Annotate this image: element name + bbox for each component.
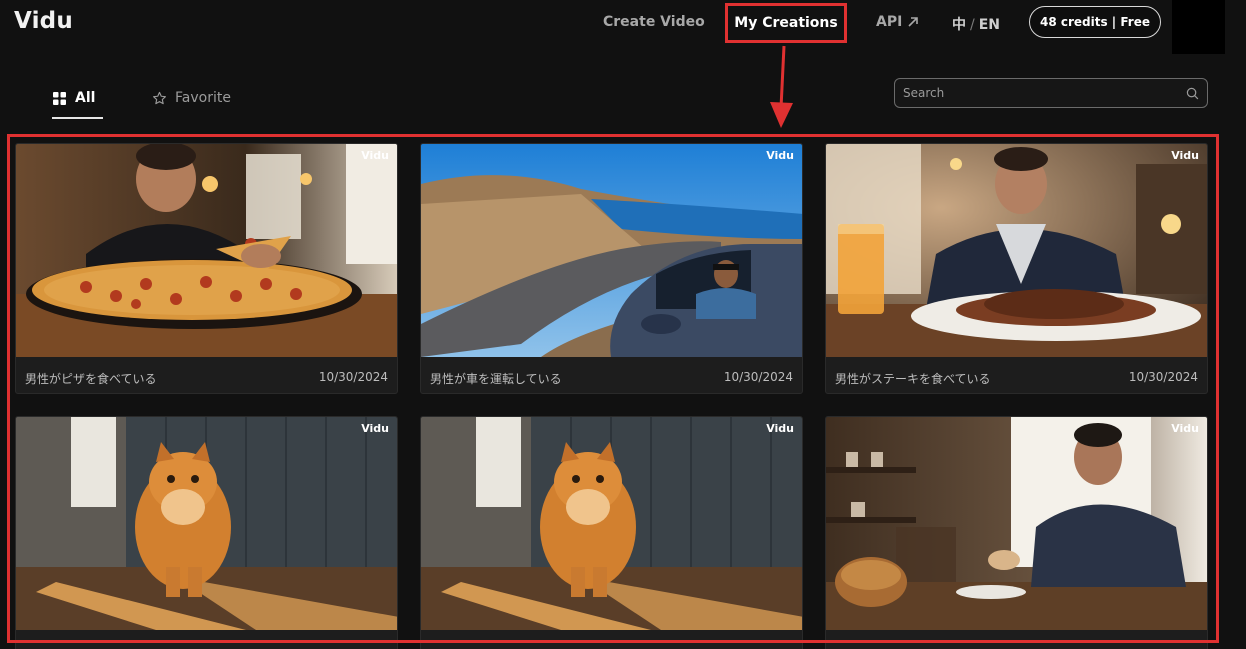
creation-card[interactable]: Vidu: [825, 416, 1208, 649]
vidu-watermark: Vidu: [1171, 149, 1199, 162]
star-icon: [153, 91, 166, 104]
cat-thumbnail-image: [16, 417, 397, 630]
language-switcher[interactable]: 中 / EN: [952, 14, 1000, 34]
video-thumbnail[interactable]: [826, 144, 1207, 357]
video-thumbnail[interactable]: [421, 144, 802, 357]
search-input[interactable]: [903, 86, 1186, 100]
vidu-watermark: Vidu: [361, 149, 389, 162]
card-date: 10/30/2024: [1128, 370, 1198, 384]
tab-all[interactable]: All: [52, 90, 104, 119]
nav-create-video[interactable]: Create Video: [603, 14, 705, 30]
credits-label: 48 credits | Free: [1040, 15, 1150, 29]
arrow-up-right-icon: [908, 17, 919, 27]
annotation-arrow: [770, 45, 793, 128]
creation-card[interactable]: Vidu 男性がピザを食べている 10/30/2024: [15, 143, 398, 394]
video-thumbnail[interactable]: [16, 417, 397, 630]
car-thumbnail-image: [421, 144, 802, 357]
card-date: 10/30/2024: [723, 370, 793, 384]
search-icon[interactable]: [1186, 87, 1199, 100]
video-thumbnail[interactable]: [421, 417, 802, 630]
vidu-watermark: Vidu: [1171, 422, 1199, 435]
pizza-thumbnail-image: [16, 144, 397, 357]
vidu-watermark: Vidu: [766, 149, 794, 162]
video-thumbnail[interactable]: [16, 144, 397, 357]
vidu-logo[interactable]: Vidu: [14, 8, 73, 34]
lang-zh[interactable]: 中: [952, 17, 966, 33]
bread-thumbnail-image: [826, 417, 1207, 630]
nav-api-label: API: [876, 14, 903, 30]
tab-favorite[interactable]: Favorite: [152, 90, 231, 106]
credits-button[interactable]: 48 credits | Free: [1029, 6, 1161, 38]
tab-all-label: All: [75, 90, 96, 106]
video-thumbnail[interactable]: [826, 417, 1207, 630]
lang-en[interactable]: EN: [979, 17, 1000, 33]
vidu-watermark: Vidu: [766, 422, 794, 435]
nav-my-creations[interactable]: My Creations: [725, 3, 847, 43]
nav-my-creations-label: My Creations: [734, 15, 838, 31]
cat-thumbnail-image: [421, 417, 802, 630]
creation-card[interactable]: Vidu 男性がステーキを食べている 10/30/2024: [825, 143, 1208, 394]
creation-card[interactable]: Vidu: [420, 416, 803, 649]
avatar[interactable]: [1172, 0, 1225, 54]
nav-api[interactable]: API: [876, 14, 919, 30]
tab-favorite-label: Favorite: [175, 90, 231, 106]
card-caption: 男性がステーキを食べている: [835, 372, 991, 386]
card-caption: 男性が車を運転している: [430, 372, 562, 386]
steak-thumbnail-image: [826, 144, 1207, 357]
creation-card[interactable]: Vidu: [15, 416, 398, 649]
creation-card[interactable]: Vidu 男性が車を運転している 10/30/2024: [420, 143, 803, 394]
creations-grid: Vidu 男性がピザを食べている 10/30/2024 Vidu 男性が車を運転…: [15, 143, 1209, 649]
vidu-watermark: Vidu: [361, 422, 389, 435]
card-date: 10/30/2024: [318, 370, 388, 384]
grid-icon: [53, 91, 66, 105]
card-caption: 男性がピザを食べている: [25, 372, 157, 386]
search-box[interactable]: [894, 78, 1208, 108]
lang-separator: /: [970, 17, 975, 33]
